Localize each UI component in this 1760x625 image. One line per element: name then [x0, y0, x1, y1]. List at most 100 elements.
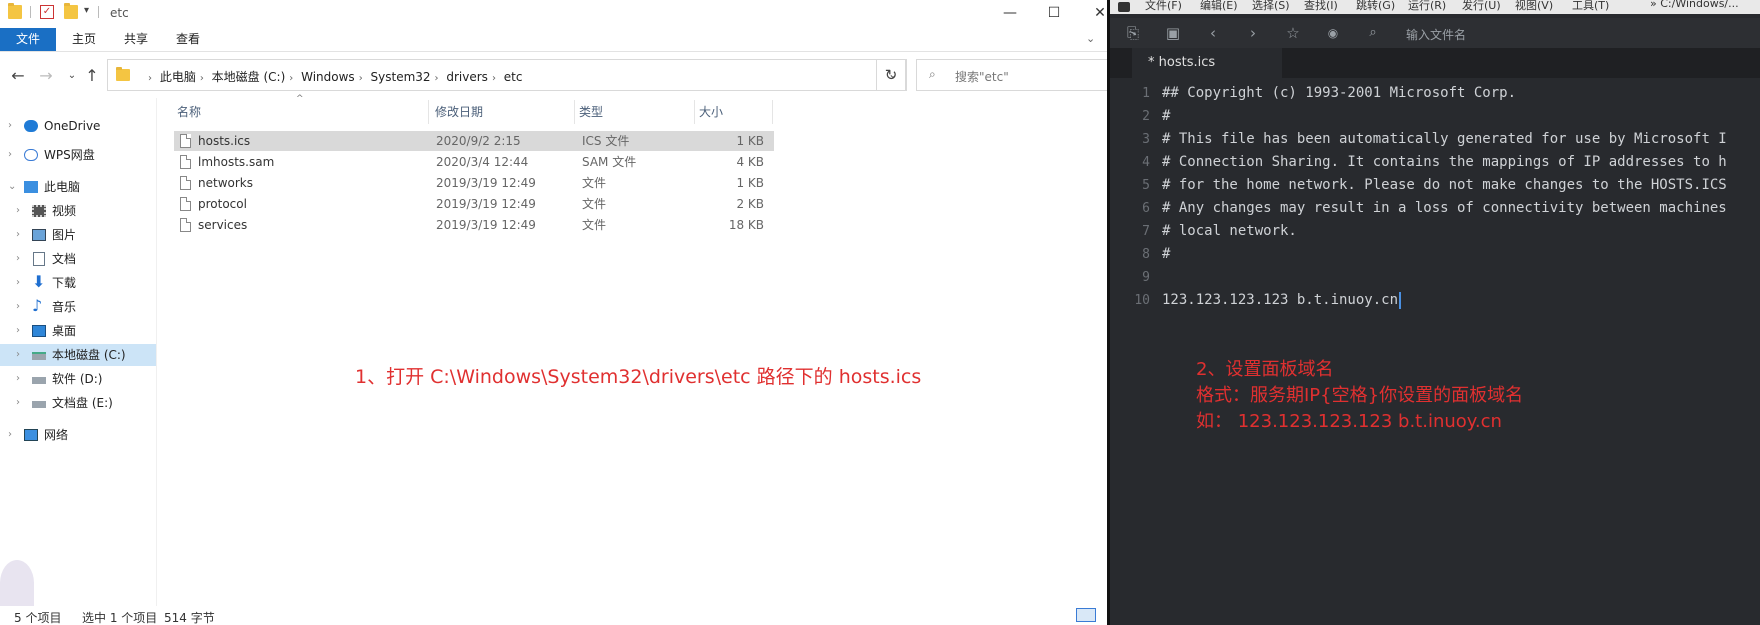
column-header-type[interactable]: 类型 — [577, 100, 695, 124]
new-folder-icon[interactable] — [64, 3, 78, 19]
forward-icon[interactable]: → — [36, 66, 56, 86]
menu-selection[interactable]: 选择(S) — [1252, 0, 1290, 13]
line-number: 1 — [1142, 86, 1150, 101]
maximize-icon[interactable]: ☐ — [1040, 3, 1068, 23]
chevron-right-icon[interactable]: › — [8, 115, 12, 137]
chevron-right-icon[interactable]: › — [16, 320, 20, 342]
cloud-icon — [24, 120, 38, 132]
breadcrumb-windows[interactable]: Windows — [301, 70, 355, 84]
sidebar-item-videos[interactable]: › 视频 — [0, 200, 156, 222]
menu-find[interactable]: 查找(I) — [1304, 0, 1338, 13]
details-view-icon[interactable] — [1076, 608, 1096, 622]
search-input[interactable]: ⌕ 搜索"etc" — [916, 59, 1107, 91]
menu-view[interactable]: 视图(V) — [1515, 0, 1553, 13]
editor-menu-bar: 文件(F) 编辑(E) 选择(S) 查找(I) 跳转(G) 运行(R) 发行(U… — [1110, 0, 1760, 14]
line-text: # Connection Sharing. It contains the ma… — [1162, 154, 1727, 170]
chevron-right-icon[interactable]: › — [16, 296, 20, 318]
file-size: 1 KB — [736, 176, 764, 190]
sidebar-item-label: 桌面 — [52, 324, 77, 338]
chevron-right-icon[interactable]: › — [8, 424, 12, 446]
sidebar-item-pictures[interactable]: › 图片 — [0, 224, 156, 246]
status-selected-count: 选中 1 个项目 — [82, 611, 158, 625]
sidebar-item-downloads[interactable]: › ⬇ 下载 — [0, 272, 156, 294]
sidebar-item-this-pc[interactable]: ⌄ 此电脑 — [0, 176, 156, 198]
forward-icon[interactable]: › — [1244, 24, 1262, 42]
file-row-protocol[interactable]: protocol 2019/3/19 12:49 文件 2 KB — [174, 194, 774, 214]
video-icon — [32, 205, 46, 217]
column-header-name[interactable]: 名称 — [175, 100, 429, 124]
back-icon[interactable]: ← — [8, 66, 28, 86]
breadcrumb-system32[interactable]: System32 — [371, 70, 431, 84]
column-header-date[interactable]: 修改日期 — [433, 100, 575, 124]
sidebar-item-drive-d[interactable]: › 软件 (D:) — [0, 368, 156, 390]
sidebar-item-documents[interactable]: › 文档 — [0, 248, 156, 270]
menu-edit[interactable]: 编辑(E) — [1200, 0, 1238, 13]
sidebar-item-music[interactable]: › ♪ 音乐 — [0, 296, 156, 318]
chevron-right-icon[interactable]: › — [16, 392, 20, 414]
breadcrumb-drive-c[interactable]: 本地磁盘 (C:) — [212, 70, 286, 84]
search-placeholder: 搜索"etc" — [955, 70, 1009, 84]
breadcrumb-drivers[interactable]: drivers — [446, 70, 488, 84]
folder-icon — [116, 67, 130, 81]
quick-access-dropdown-icon[interactable]: ▾ — [84, 5, 89, 16]
file-search-icon[interactable]: ⌕ — [1364, 24, 1382, 42]
menu-tools[interactable]: 工具(T) — [1572, 0, 1609, 13]
tab-view[interactable]: 查看 — [176, 28, 200, 51]
back-icon[interactable]: ‹ — [1204, 24, 1222, 42]
tab-hosts-ics[interactable]: * hosts.ics — [1132, 48, 1282, 78]
menu-release[interactable]: 发行(U) — [1462, 0, 1501, 13]
chevron-right-icon[interactable]: › — [16, 272, 20, 294]
picture-icon — [32, 229, 46, 241]
sidebar-item-label: 文档 — [52, 252, 77, 266]
refresh-icon[interactable]: ↻ — [876, 59, 906, 91]
address-bar[interactable]: › 此电脑 › 本地磁盘 (C:) › Windows › System32 › dri… — [107, 59, 907, 91]
breadcrumb-etc[interactable]: etc — [504, 70, 523, 84]
sidebar-item-drive-c[interactable]: › 本地磁盘 (C:) — [0, 344, 156, 366]
file-name-input[interactable]: 输入文件名 — [1406, 26, 1466, 43]
file-row-networks[interactable]: networks 2019/3/19 12:49 文件 1 KB — [174, 173, 774, 193]
sidebar-item-desktop[interactable]: › 桌面 — [0, 320, 156, 342]
sidebar-item-drive-e[interactable]: › 文档盘 (E:) — [0, 392, 156, 414]
save-icon[interactable]: ▣ — [1164, 24, 1182, 42]
run-icon[interactable]: ◉ — [1324, 24, 1342, 42]
chevron-right-icon[interactable]: › — [8, 144, 12, 166]
minimize-icon[interactable]: — — [996, 3, 1024, 23]
new-file-icon[interactable]: ⎘ — [1124, 24, 1142, 42]
chevron-right-icon[interactable]: › — [16, 344, 20, 366]
sidebar-item-label: OneDrive — [44, 119, 101, 133]
column-header-size[interactable]: 大小 — [697, 100, 773, 124]
file-size: 4 KB — [736, 155, 764, 169]
star-icon[interactable]: ☆ — [1284, 24, 1302, 42]
ribbon-expand-icon[interactable]: ⌄ — [1086, 32, 1095, 45]
tab-share[interactable]: 共享 — [124, 28, 148, 51]
file-size: 2 KB — [736, 197, 764, 211]
file-row-hosts-ics[interactable]: hosts.ics 2020/9/2 2:15 ICS 文件 1 KB — [174, 131, 774, 151]
recent-locations-icon[interactable]: ⌄ — [62, 66, 82, 86]
chevron-right-icon[interactable]: › — [16, 224, 20, 246]
breadcrumb-this-pc[interactable]: 此电脑 — [160, 70, 196, 84]
close-icon[interactable]: ✕ — [1086, 3, 1107, 23]
up-icon[interactable]: ↑ — [82, 66, 102, 86]
sidebar-item-wps-drive[interactable]: › WPS网盘 — [0, 144, 156, 166]
chevron-right-icon[interactable]: › — [16, 200, 20, 222]
line-number: 4 — [1142, 155, 1150, 170]
pane-divider[interactable] — [156, 98, 157, 606]
file-date: 2019/3/19 12:49 — [436, 176, 536, 190]
chevron-right-icon[interactable]: › — [16, 368, 20, 390]
file-row-lmhosts-sam[interactable]: lmhosts.sam 2020/3/4 12:44 SAM 文件 4 KB — [174, 152, 774, 172]
file-date: 2019/3/19 12:49 — [436, 197, 536, 211]
app-icon — [1118, 2, 1130, 12]
tab-home[interactable]: 主页 — [72, 28, 96, 51]
menu-run[interactable]: 运行(R) — [1408, 0, 1446, 13]
chevron-down-icon[interactable]: ⌄ — [8, 176, 16, 198]
sidebar-item-network[interactable]: › 网络 — [0, 424, 156, 446]
menu-goto[interactable]: 跳转(G) — [1356, 0, 1395, 13]
sidebar-item-label: 网络 — [44, 428, 69, 442]
tab-file[interactable]: 文件 — [0, 28, 56, 51]
properties-icon[interactable]: ✓ — [40, 5, 54, 19]
menu-file[interactable]: 文件(F) — [1145, 0, 1182, 13]
file-row-services[interactable]: services 2019/3/19 12:49 文件 18 KB — [174, 215, 774, 235]
file-size: 1 KB — [736, 134, 764, 148]
chevron-right-icon[interactable]: › — [16, 248, 20, 270]
sidebar-item-onedrive[interactable]: › OneDrive — [0, 115, 156, 137]
